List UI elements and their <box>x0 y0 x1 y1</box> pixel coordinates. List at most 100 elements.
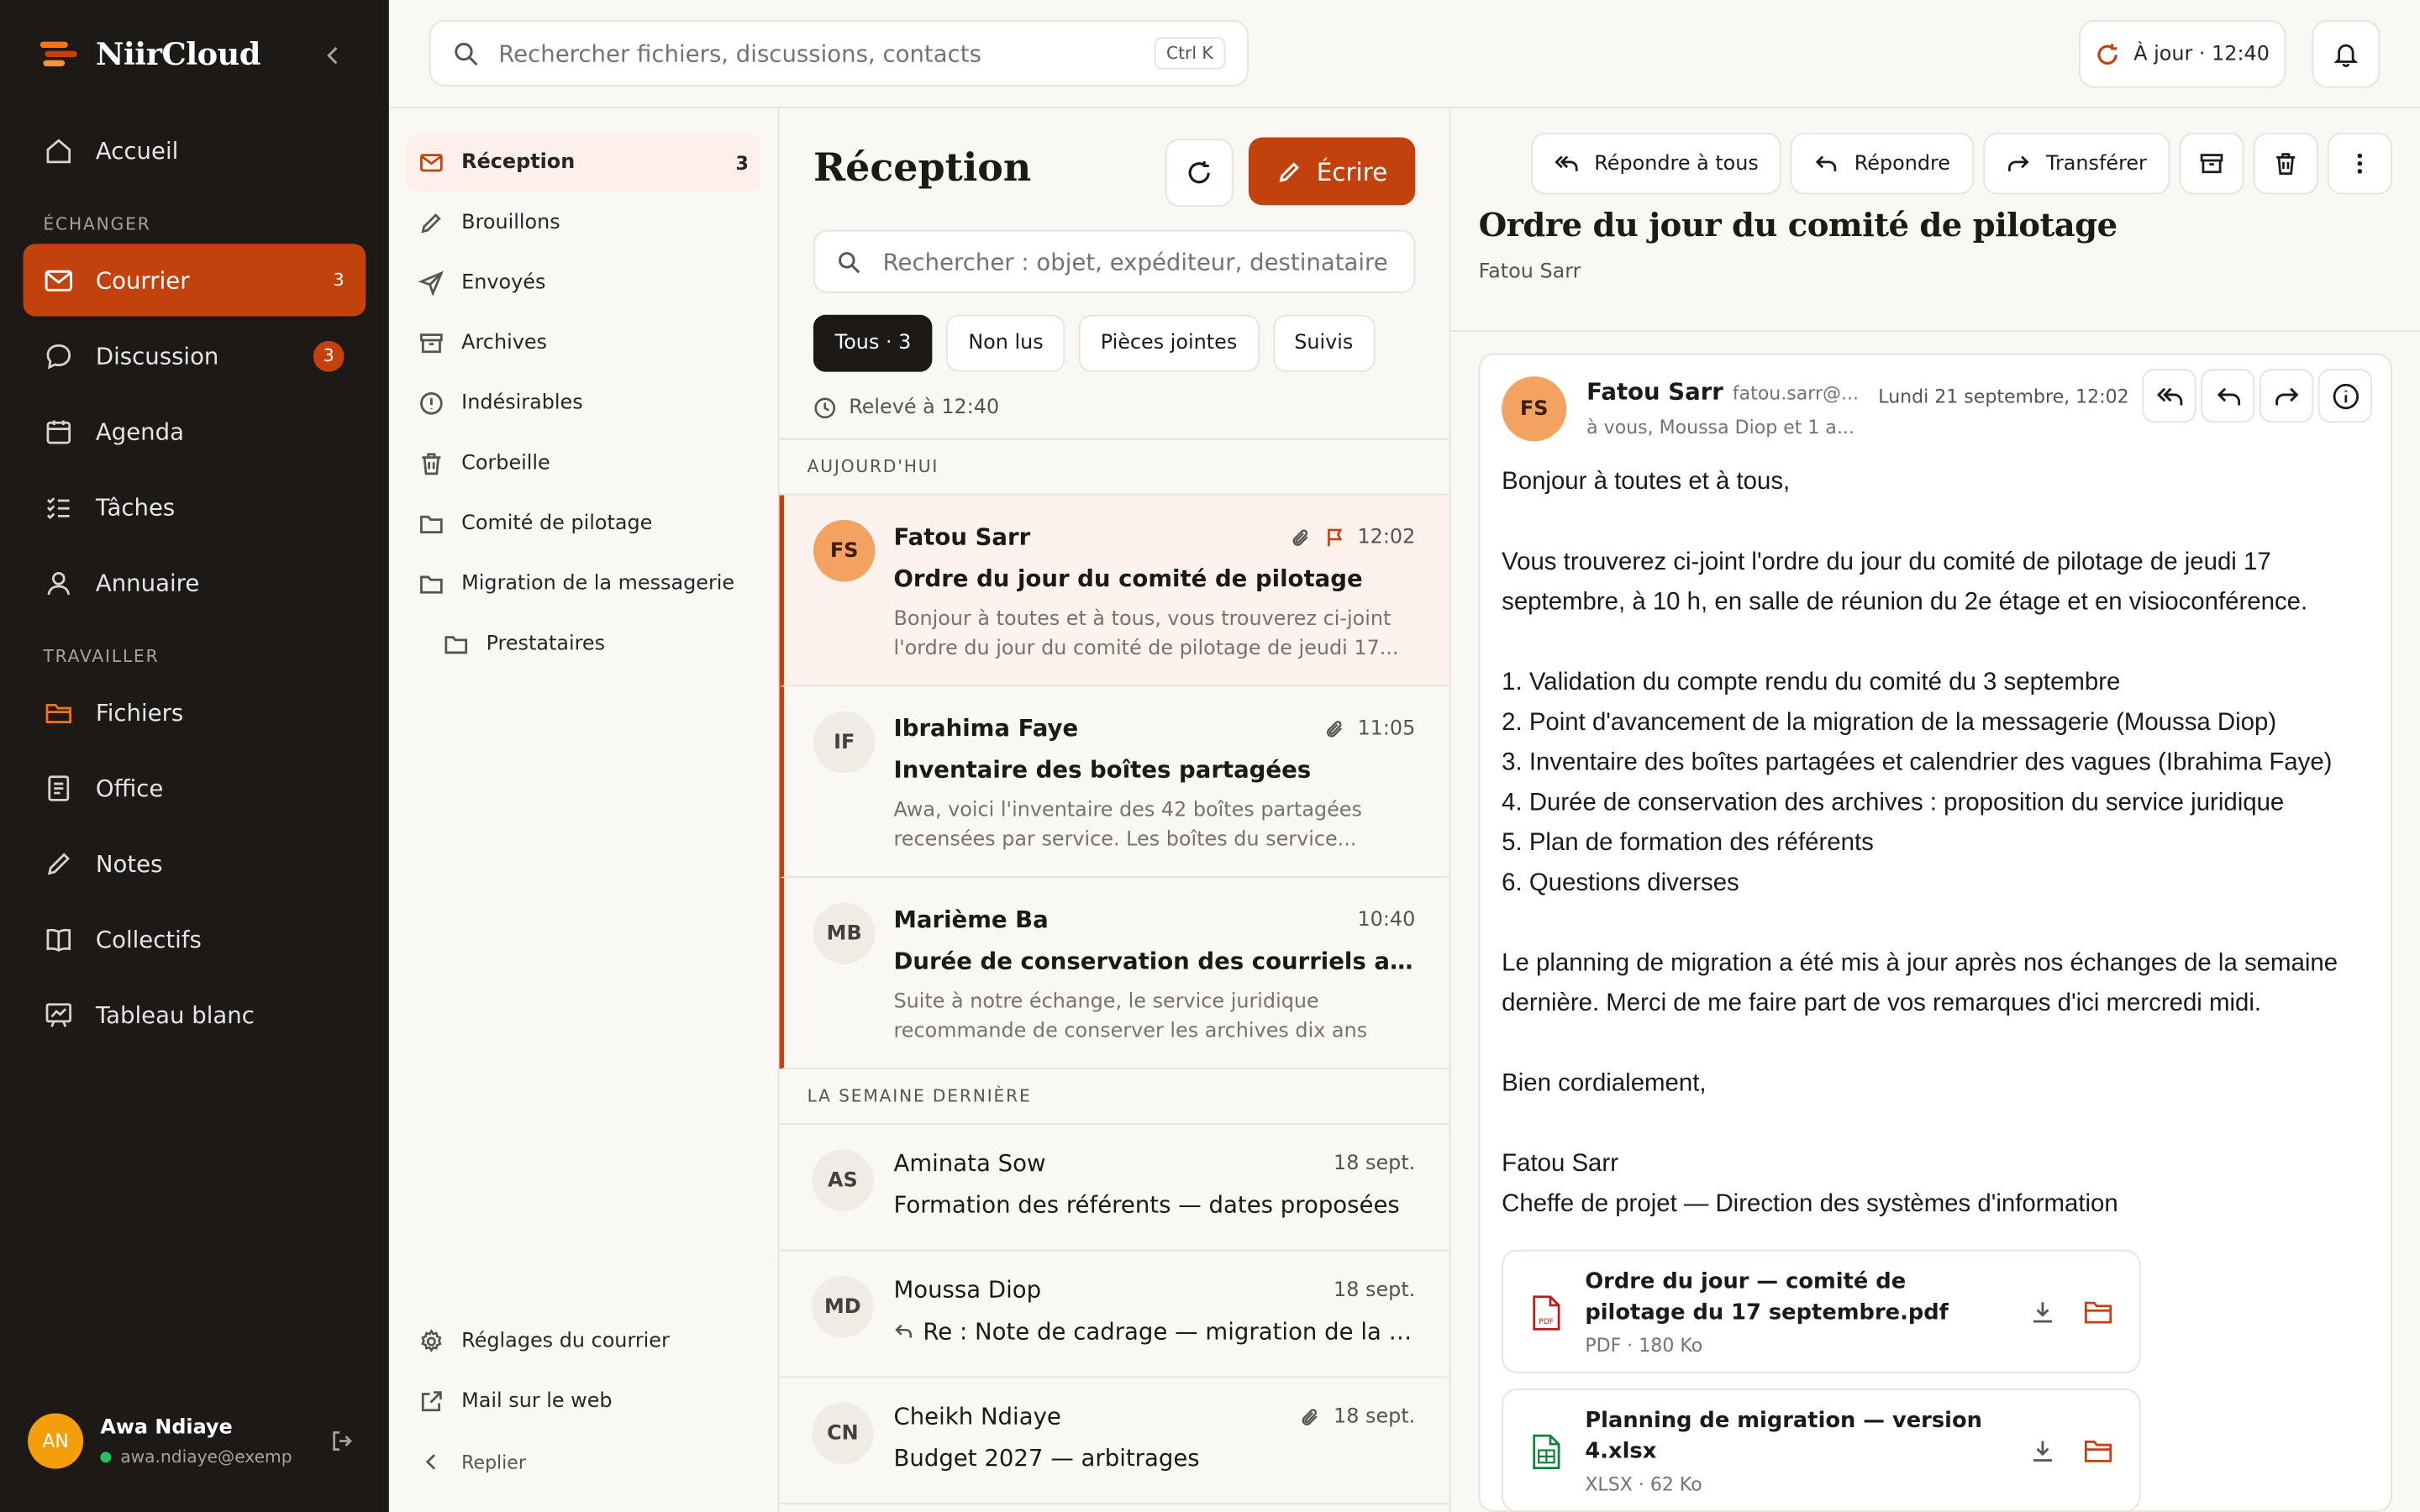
message-row[interactable]: CN Cheikh Ndiaye 18 sept. Budget 2027 — … <box>779 1378 1449 1504</box>
cloud-logo-icon <box>39 40 77 68</box>
topbar: Rechercher fichiers, discussions, contac… <box>388 0 2420 108</box>
download-icon[interactable] <box>2029 1299 2055 1326</box>
main-area: Rechercher fichiers, discussions, contac… <box>388 0 2420 1512</box>
avatar: AN <box>28 1413 84 1469</box>
compose-button[interactable]: Écrire <box>1248 137 1416 206</box>
archive-icon <box>2199 151 2223 176</box>
body-intro: Vous trouverez ci-joint l'ordre du jour … <box>1502 549 2308 616</box>
reply-all-button[interactable]: Répondre à tous <box>1530 132 1782 195</box>
message-row[interactable]: AS Aminata Sow 18 sept. Formation des ré… <box>779 1125 1449 1252</box>
folder-migration[interactable]: Migration de la messagerie <box>406 555 760 612</box>
sender-email: fatou.sarr@... <box>1732 382 1860 405</box>
forward-button[interactable] <box>2259 368 2314 423</box>
download-icon[interactable] <box>2029 1438 2055 1464</box>
nav-item-accueil[interactable]: Accueil <box>24 114 366 186</box>
pencil-icon <box>1276 158 1302 184</box>
book-icon <box>43 923 74 954</box>
logout-icon[interactable] <box>330 1429 355 1453</box>
flag-icon[interactable] <box>1323 527 1344 547</box>
nav-item-collectifs[interactable]: Collectifs <box>24 902 366 974</box>
forward-button[interactable]: Transférer <box>1982 132 2170 195</box>
forward-label: Transférer <box>2045 151 2147 176</box>
message-reader: Répondre à tous Répondre Transférer Ordr… <box>1450 108 2420 1512</box>
message-time: 10:40 <box>1357 907 1416 932</box>
folder-comite-pilotage[interactable]: Comité de pilotage <box>406 496 760 553</box>
message-row[interactable]: MD Moussa Diop 18 sept. Re : Note de cad… <box>779 1252 1449 1378</box>
webmail-link[interactable]: Mail sur le web <box>406 1373 760 1431</box>
folder-envoyes[interactable]: Envoyés <box>406 255 760 312</box>
nav-item-tableau-blanc[interactable]: Tableau blanc <box>24 978 366 1050</box>
archive-button[interactable] <box>2179 132 2244 195</box>
message-row[interactable]: FS Fatou Sarr 12:02 Ordre du jour du com… <box>779 495 1449 687</box>
avatar: AS <box>812 1149 874 1211</box>
warning-circle-icon <box>418 391 445 417</box>
nav-item-annuaire[interactable]: Annuaire <box>24 546 366 618</box>
attachment-card[interactable]: Planning de migration — version 4.xlsx X… <box>1502 1389 2141 1511</box>
inbox-icon <box>418 150 445 176</box>
reader-header: Répondre à tous Répondre Transférer Ordr… <box>1450 108 2420 332</box>
reply-all-icon <box>2155 382 2183 410</box>
message-time: 11:05 <box>1357 717 1416 740</box>
settings-label: Réglages du courrier <box>461 1330 670 1353</box>
collapse-sidebar-icon[interactable] <box>321 43 345 67</box>
filter-unread[interactable]: Non lus <box>946 314 1065 372</box>
nav-item-notes[interactable]: Notes <box>24 827 366 899</box>
message-search-input[interactable]: Rechercher : objet, expéditeur, destinat… <box>813 229 1416 293</box>
folder-brouillons[interactable]: Brouillons <box>406 194 760 251</box>
delete-button[interactable] <box>2253 132 2318 195</box>
folder-label: Comité de pilotage <box>461 512 653 536</box>
avatar: MB <box>813 902 876 964</box>
bell-icon <box>2332 40 2360 68</box>
global-search-input[interactable]: Rechercher fichiers, discussions, contac… <box>429 19 1249 87</box>
search-placeholder: Rechercher : objet, expéditeur, destinat… <box>882 247 1388 276</box>
more-options-button[interactable] <box>2327 132 2392 195</box>
nav-label: Annuaire <box>95 568 200 596</box>
agenda-item: 5. Plan de formation des référents <box>1502 830 1874 857</box>
filter-attachments[interactable]: Pièces jointes <box>1078 314 1259 372</box>
folder-prestataires[interactable]: Prestataires <box>406 616 760 673</box>
nav-item-courrier[interactable]: Courrier 3 <box>23 244 366 317</box>
reply-all-icon <box>1555 151 1579 176</box>
reply-button[interactable]: Répondre <box>1791 132 1974 195</box>
refresh-button[interactable] <box>1165 139 1234 207</box>
nav-item-taches[interactable]: Tâches <box>24 470 366 543</box>
folder-archives[interactable]: Archives <box>406 315 760 372</box>
user-name: Awa Ndiaye <box>100 1415 233 1439</box>
reply-all-label: Répondre à tous <box>1594 151 1759 176</box>
save-to-files-icon[interactable] <box>2084 1438 2113 1464</box>
info-button[interactable] <box>2317 368 2373 423</box>
nav-label: Tâches <box>95 492 176 521</box>
mail-settings-link[interactable]: Réglages du courrier <box>406 1313 760 1370</box>
message-row[interactable]: MB Marième Ba 10:40 Durée de conservatio… <box>779 878 1449 1069</box>
nav-item-agenda[interactable]: Agenda <box>24 395 366 467</box>
folder-reception[interactable]: Réception 3 <box>406 134 761 192</box>
folder-indesirables[interactable]: Indésirables <box>406 375 760 432</box>
nav-item-fichiers[interactable]: Fichiers <box>24 675 366 748</box>
message-subject: Budget 2027 — arbitrages <box>893 1444 1200 1473</box>
message-subject: Durée de conservation des courriels arch… <box>893 947 1415 975</box>
fold-folders-button[interactable]: Replier <box>406 1433 760 1490</box>
avatar: CN <box>812 1402 874 1465</box>
fetched-label: Relevé à 12:40 <box>849 396 1000 420</box>
attachment-card[interactable]: PDF Ordre du jour — comité de pilotage d… <box>1502 1249 2141 1373</box>
nav-item-office[interactable]: Office <box>24 751 366 823</box>
sync-status-button[interactable]: À jour · 12:40 <box>2079 19 2286 88</box>
filter-flagged[interactable]: Suivis <box>1272 314 1376 372</box>
nav-item-discussion[interactable]: Discussion 3 <box>24 319 366 391</box>
notifications-button[interactable] <box>2312 19 2381 88</box>
save-to-files-icon[interactable] <box>2084 1299 2113 1326</box>
recipients[interactable]: à vous, Moussa Diop et 1 a... <box>1586 417 1854 438</box>
user-profile[interactable]: AN Awa Ndiaye awa.ndiaye@exemple.sn <box>0 1370 389 1512</box>
chat-bubble-icon <box>43 340 74 371</box>
filter-all[interactable]: Tous · 3 <box>813 314 934 372</box>
online-status-icon <box>100 1451 112 1462</box>
section-label-exchange: ÉCHANGER <box>43 214 151 235</box>
folder-corbeille[interactable]: Corbeille <box>406 435 760 492</box>
message-subject: Formation des référents — dates proposée… <box>893 1190 1400 1220</box>
reply-all-button[interactable] <box>2142 368 2196 423</box>
pencil-icon <box>418 210 445 236</box>
message-sender: Cheikh Ndiaye <box>893 1402 1061 1431</box>
message-row[interactable]: IF Ibrahima Faye 11:05 Inventaire des bo… <box>779 686 1449 879</box>
message-preview: Suite à notre échange, le service juridi… <box>893 990 1368 1043</box>
reply-button[interactable] <box>2201 368 2255 423</box>
